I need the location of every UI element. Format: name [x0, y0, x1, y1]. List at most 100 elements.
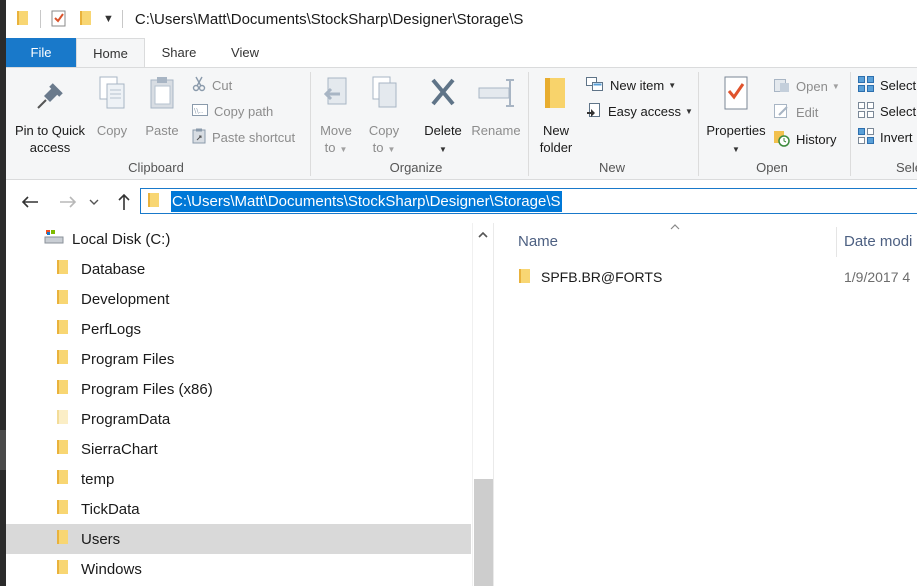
folder-icon — [16, 10, 30, 29]
address-path-text[interactable]: C:\Users\Matt\Documents\StockSharp\Desig… — [171, 190, 562, 212]
ribbon-tabs: File Home Share View — [6, 38, 917, 67]
folder-icon — [147, 192, 161, 211]
quick-access-toolbar: ▼ — [6, 9, 133, 30]
group-label-open: Open — [756, 160, 788, 175]
file-explorer-window: ▼ C:\Users\Matt\Documents\StockSharp\Des… — [6, 0, 917, 586]
open-icon — [774, 77, 790, 96]
properties-checkbox-icon[interactable] — [51, 9, 67, 30]
tree-item-folder[interactable]: PerfLogs — [6, 314, 471, 344]
nav-pane-scrollbar[interactable] — [472, 223, 493, 586]
navigation-pane: Local Disk (C:) Database Development PerfL… — [6, 223, 493, 586]
delete-button[interactable]: Delete ▼ — [420, 74, 466, 158]
tree-item-folder[interactable]: Database — [6, 254, 471, 284]
tab-home[interactable]: Home — [76, 38, 145, 67]
history-button[interactable]: History — [774, 128, 836, 150]
delete-x-icon — [420, 74, 466, 118]
rename-button[interactable]: Rename — [470, 74, 522, 139]
up-arrow-icon[interactable] — [112, 191, 136, 213]
tree-item-label: Development — [81, 290, 170, 308]
tab-view[interactable]: View — [220, 38, 270, 67]
new-item-button[interactable]: New item ▼ — [586, 74, 676, 96]
tab-share[interactable]: Share — [154, 38, 204, 67]
title-bar: ▼ C:\Users\Matt\Documents\StockSharp\Des… — [6, 0, 917, 38]
history-icon — [774, 129, 790, 150]
tree-item-folder[interactable]: ProgramData — [6, 404, 471, 434]
select-none-button[interactable]: Select — [858, 100, 916, 122]
tree-item-label: TickData — [81, 500, 140, 518]
new-item-icon — [586, 76, 604, 95]
back-arrow-icon[interactable] — [18, 191, 42, 213]
folder-icon — [56, 349, 70, 369]
easy-access-icon — [586, 101, 602, 122]
file-name: SPFB.BR@FORTS — [541, 269, 663, 285]
file-row[interactable]: SPFB.BR@FORTS — [518, 265, 662, 289]
open-button[interactable]: Open ▼ — [774, 75, 840, 97]
folder-icon — [56, 439, 70, 459]
paste-button[interactable]: Paste — [140, 74, 184, 139]
recent-locations-chevron-icon[interactable] — [86, 191, 102, 213]
move-to-button[interactable]: Move to ▼ — [316, 74, 356, 158]
tree-item-folder[interactable]: temp — [6, 464, 471, 494]
cut-button[interactable]: Cut — [192, 74, 232, 96]
copy-path-icon: \\.. — [192, 103, 208, 119]
select-all-button[interactable]: Select — [858, 74, 916, 96]
tree-item-label: PerfLogs — [81, 320, 142, 338]
copy-icon — [92, 74, 132, 118]
copy-button[interactable]: Copy — [92, 74, 132, 139]
tree-item-label: temp — [81, 470, 115, 488]
scrollbar-thumb[interactable] — [474, 479, 493, 586]
new-folder-button[interactable]: New folder — [534, 74, 578, 156]
paste-icon — [140, 74, 184, 118]
folder-icon — [56, 559, 70, 579]
folder-icon — [56, 499, 70, 519]
move-to-icon — [316, 74, 356, 118]
tree-item-folder[interactable]: Development — [6, 284, 471, 314]
select-none-icon — [858, 101, 874, 121]
tree-item-folder[interactable]: Program Files (x86) — [6, 374, 471, 404]
file-date: 1/9/2017 4 — [844, 269, 911, 285]
column-header-name[interactable]: Name — [518, 233, 558, 250]
edit-pencil-icon — [774, 103, 790, 122]
group-label-clipboard: Clipboard — [128, 160, 184, 175]
ribbon-home: Pin to Quick access Copy Paste Cut \\.. C… — [6, 67, 917, 180]
tree-item-local-disk[interactable]: Local Disk (C:) — [6, 224, 471, 254]
tree-item-folder[interactable]: Windows — [6, 554, 471, 584]
tree-item-label: Users — [81, 530, 121, 548]
edit-button[interactable]: Edit — [774, 101, 818, 123]
pin-to-quick-access-button[interactable]: Pin to Quick access — [12, 74, 88, 156]
tree-item-label: Windows — [81, 560, 142, 578]
tree-item-folder[interactable]: Users — [6, 524, 471, 554]
invert-selection-icon — [858, 127, 874, 147]
column-header-date-modified[interactable]: Date modi — [844, 233, 912, 250]
copy-to-icon — [364, 74, 404, 118]
tree-item-label: Program Files — [81, 350, 175, 368]
tree-item-folder[interactable]: TickData — [6, 494, 471, 524]
invert-selection-button[interactable]: Invert — [858, 126, 913, 148]
easy-access-button[interactable]: Easy access ▼ — [586, 100, 693, 122]
scroll-up-chevron-icon[interactable] — [473, 225, 493, 245]
tree-item-folder[interactable]: Program Files — [6, 344, 471, 374]
select-all-icon — [858, 75, 874, 95]
drive-icon — [44, 229, 64, 249]
properties-icon — [704, 74, 768, 118]
tab-file[interactable]: File — [6, 38, 76, 67]
address-bar[interactable]: C:\Users\Matt\Documents\StockSharp\Desig… — [140, 188, 917, 214]
sort-ascending-chevron-icon — [670, 223, 680, 234]
scissors-icon — [192, 76, 206, 95]
forward-arrow-icon[interactable] — [56, 191, 80, 213]
folder-icon — [56, 379, 70, 399]
new-folder-qat-icon[interactable] — [79, 10, 93, 29]
svg-text:\\..: \\.. — [194, 107, 203, 115]
tree-item-label: Database — [81, 260, 146, 278]
new-folder-icon — [534, 74, 578, 118]
tree-item-folder[interactable]: SierraChart — [6, 434, 471, 464]
folder-icon — [56, 469, 70, 489]
customize-qat-icon[interactable]: ▼ — [103, 13, 114, 25]
address-row: C:\Users\Matt\Documents\StockSharp\Desig… — [6, 181, 917, 223]
rename-icon — [470, 74, 522, 118]
properties-button[interactable]: Properties ▼ — [704, 74, 768, 158]
folder-icon — [56, 289, 70, 309]
paste-shortcut-button[interactable]: Paste shortcut — [192, 126, 295, 148]
copy-to-button[interactable]: Copy to ▼ — [364, 74, 404, 158]
copy-path-button[interactable]: \\.. Copy path — [192, 100, 273, 122]
